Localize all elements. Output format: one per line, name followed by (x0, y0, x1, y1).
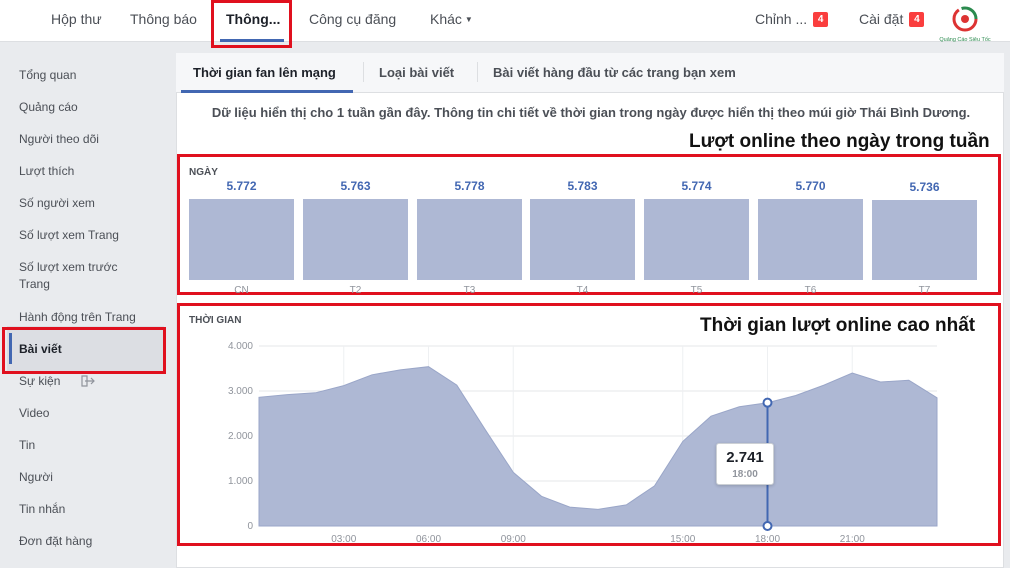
x-tick-label: 15:00 (670, 534, 695, 545)
x-tick-label: 09:00 (501, 534, 526, 545)
chart-tooltip: 2.741 18:00 (716, 443, 774, 485)
x-tick-label: 03:00 (331, 534, 356, 545)
tooltip-value: 2.741 (726, 449, 764, 466)
y-tick-label: 4.000 (228, 341, 253, 352)
y-tick-label: 2.000 (228, 431, 253, 442)
time-area-chart: 4.000 3.000 2.000 1.000 0 03:00 06:00 09:00 15:0… (228, 341, 938, 545)
x-tick-label: 21:00 (840, 534, 865, 545)
highlight-point (762, 397, 773, 408)
x-tick-label: 18:00 (755, 534, 780, 545)
tooltip-time: 18:00 (732, 469, 758, 480)
highlight-base-point (762, 521, 773, 531)
y-tick-label: 0 (247, 521, 253, 532)
y-tick-label: 1.000 (228, 476, 253, 487)
x-tick-label: 06:00 (416, 534, 441, 545)
y-tick-label: 3.000 (228, 386, 253, 397)
